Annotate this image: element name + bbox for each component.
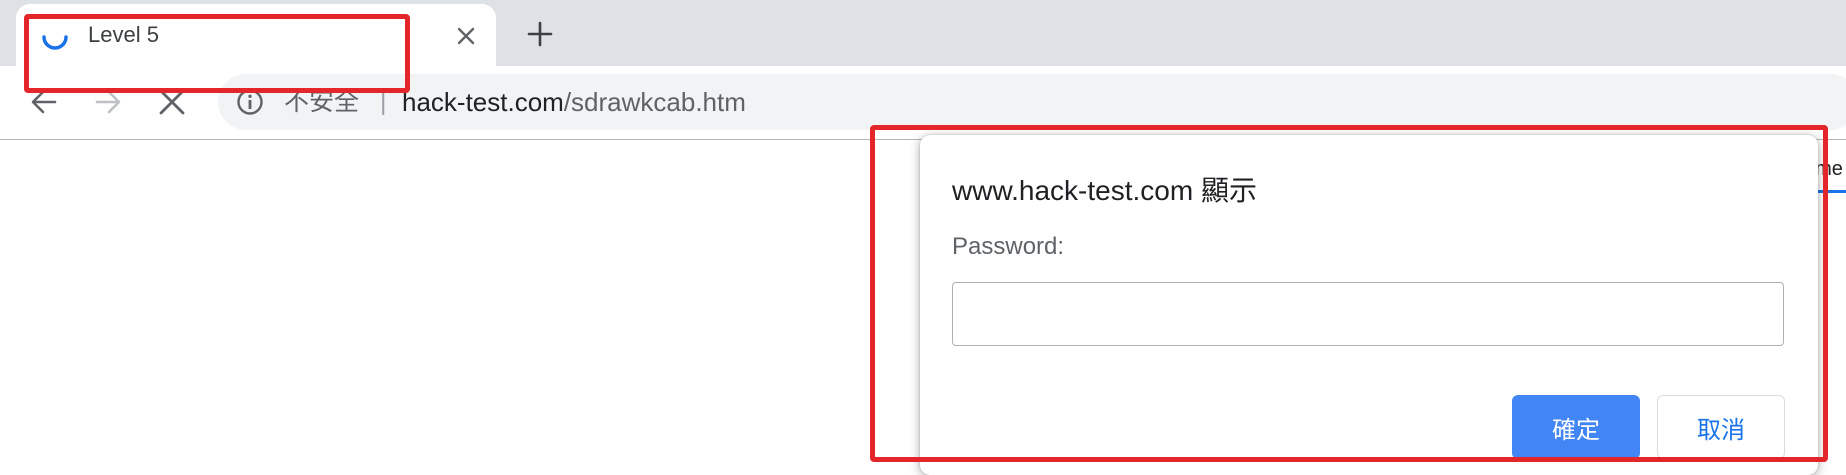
tab-close-button[interactable] (450, 20, 482, 52)
url-path: /sdrawkcab.htm (563, 87, 746, 117)
back-button[interactable] (20, 78, 68, 126)
browser-tab-level-5[interactable]: Level 5 (16, 4, 496, 66)
arrow-left-icon (31, 90, 57, 114)
arrow-right-icon (95, 90, 121, 114)
stop-loading-button[interactable] (148, 78, 196, 126)
info-icon[interactable] (236, 88, 264, 116)
security-status-label[interactable]: 不安全 (284, 86, 359, 118)
password-input[interactable] (952, 282, 1784, 346)
cancel-button[interactable]: 取消 (1657, 395, 1785, 459)
ok-button[interactable]: 確定 (1512, 395, 1640, 459)
tab-strip: Level 5 (0, 0, 1846, 66)
new-tab-button[interactable] (520, 14, 560, 54)
browser-toolbar: 不安全 | hack-test.com/sdrawkcab.htm (0, 66, 1846, 140)
close-icon (457, 27, 475, 45)
dialog-title: www.hack-test.com 顯示 (952, 175, 1257, 206)
forward-button[interactable] (84, 78, 132, 126)
url-host: hack-test.com (402, 87, 564, 117)
password-prompt-dialog: www.hack-test.com 顯示 Password: 確定 取消 (920, 135, 1818, 475)
loading-spinner-icon (42, 35, 68, 50)
plus-icon (527, 21, 553, 47)
tab-title: Level 5 (88, 22, 159, 47)
address-bar[interactable]: 不安全 | hack-test.com/sdrawkcab.htm (218, 74, 1846, 130)
dialog-prompt-label: Password: (952, 233, 1065, 260)
close-icon (159, 89, 185, 115)
omnibox-divider: | (380, 88, 387, 116)
url-text[interactable]: hack-test.com/sdrawkcab.htm (402, 86, 746, 118)
